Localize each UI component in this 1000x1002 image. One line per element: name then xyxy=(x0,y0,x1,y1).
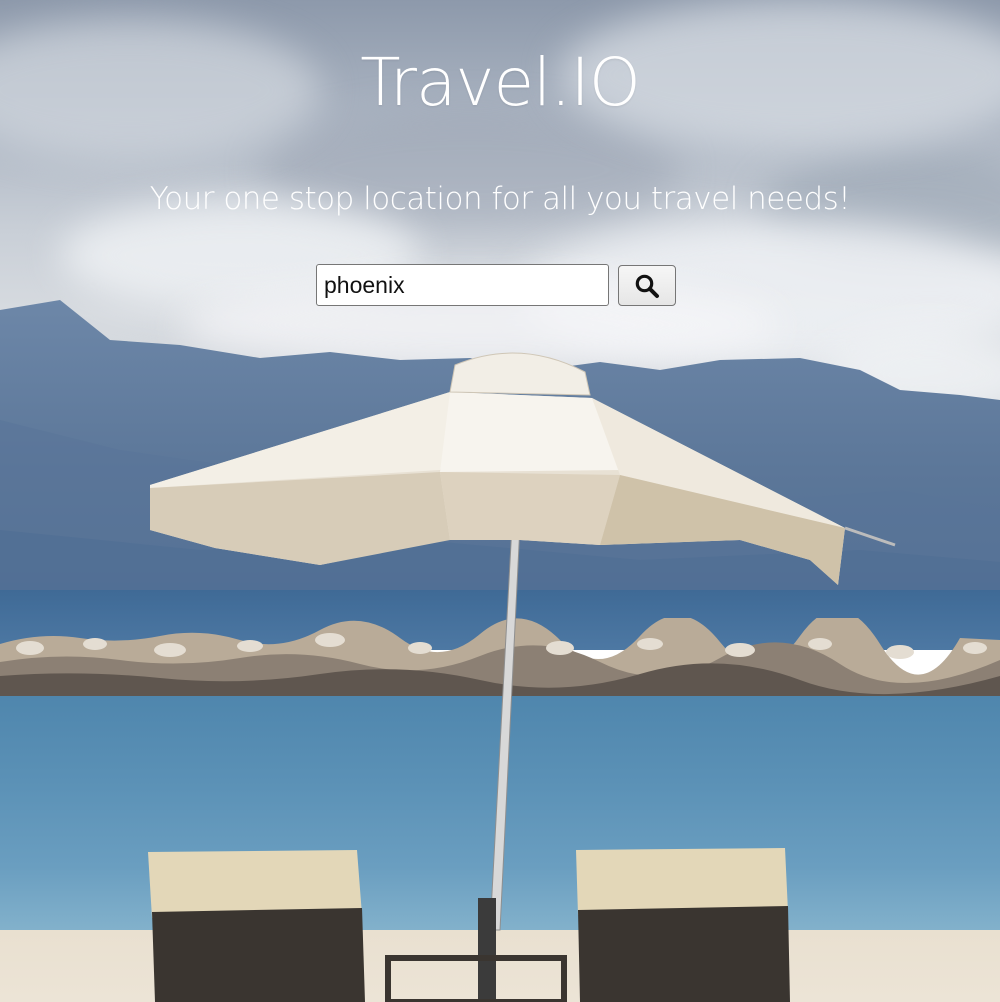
search-input[interactable] xyxy=(316,264,609,306)
umbrella-and-loungers xyxy=(148,352,896,1002)
site-title: Travel.IO xyxy=(360,44,641,121)
search-form xyxy=(316,264,686,308)
tagline: Your one stop location for all you trave… xyxy=(149,181,851,217)
search-icon xyxy=(634,273,660,299)
search-button[interactable] xyxy=(618,265,676,306)
background-image xyxy=(0,0,1000,1002)
